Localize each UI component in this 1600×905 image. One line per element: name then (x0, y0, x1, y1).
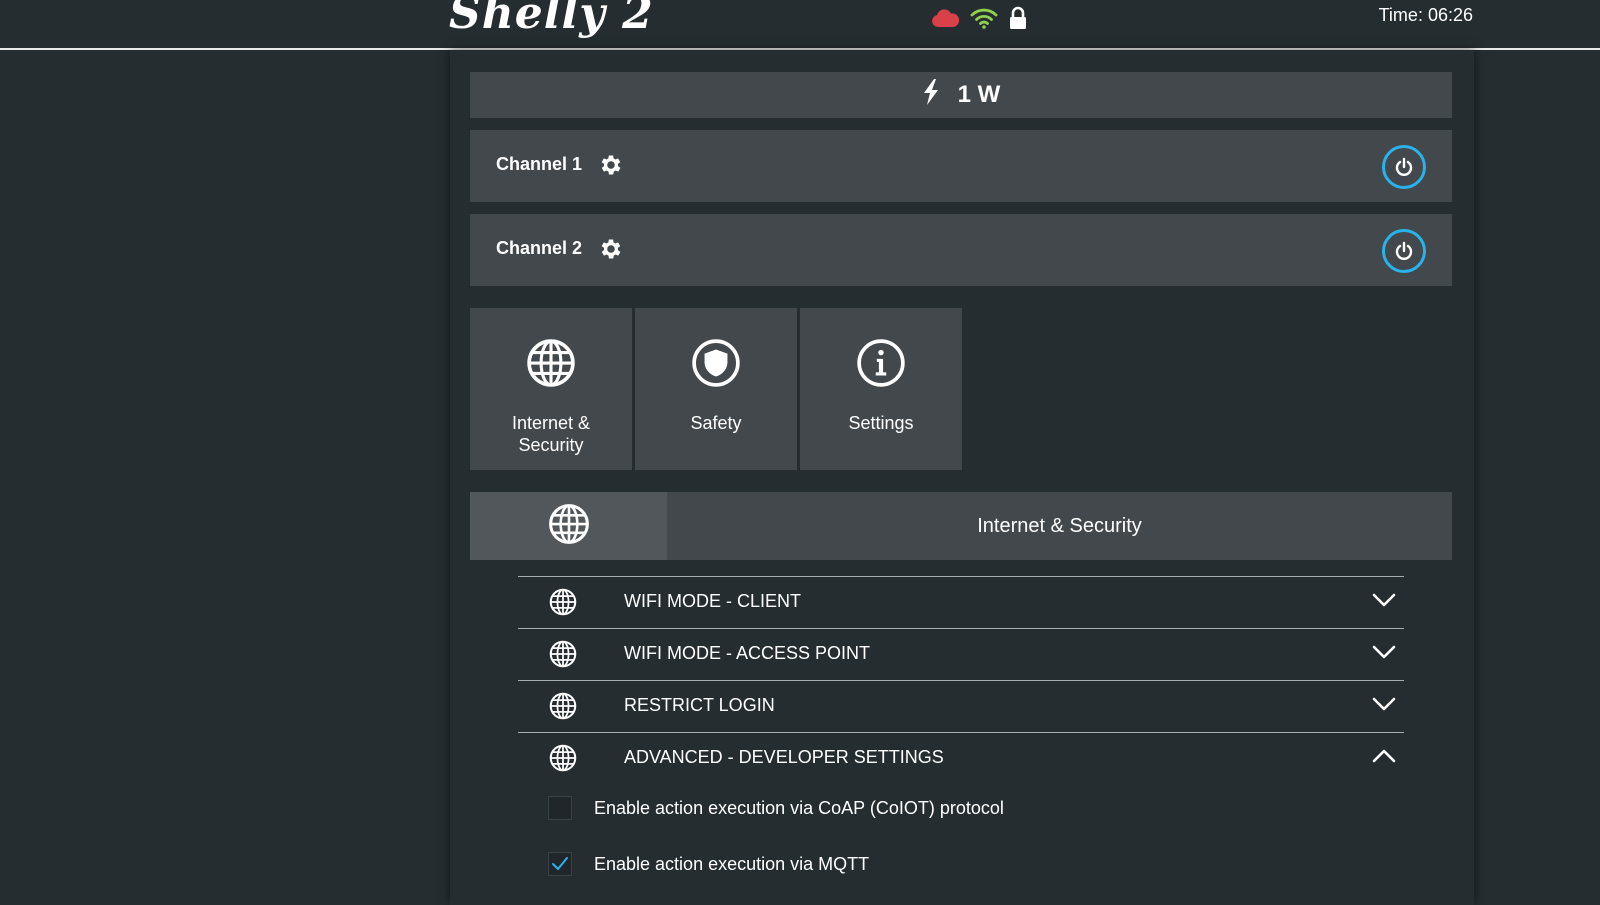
chevron-down-icon (1372, 593, 1396, 612)
tile-label: Settings (848, 413, 914, 433)
channel-2-power-button[interactable] (1382, 229, 1426, 273)
cloud-icon (930, 8, 960, 28)
globe-icon (549, 640, 577, 673)
shield-icon (691, 338, 741, 393)
accordion-restrict-login[interactable]: RESTRICT LOGIN (518, 680, 1404, 733)
accordion-label: ADVANCED - DEVELOPER SETTINGS (624, 747, 944, 767)
globe-icon (549, 692, 577, 725)
tile-label: Internet & Security (511, 413, 591, 455)
power-icon (1395, 157, 1413, 176)
accordion-wifi-access-point[interactable]: WIFI MODE - ACCESS POINT (518, 628, 1404, 681)
channel-1-power-button[interactable] (1382, 145, 1426, 189)
power-readout: 1 W (470, 72, 1452, 118)
tile-label: Safety (690, 413, 742, 433)
coap-checkbox[interactable] (548, 796, 572, 820)
wifi-icon (970, 7, 998, 29)
power-value: 1 W (957, 81, 1001, 108)
option-label: Enable action execution via MQTT (594, 853, 870, 874)
option-coap: Enable action execution via CoAP (CoIOT)… (548, 795, 1004, 821)
section-icon-box (470, 492, 667, 560)
option-label: Enable action execution via CoAP (CoIOT)… (594, 797, 1004, 818)
info-icon (856, 338, 906, 393)
channel-2-label: Channel 2 (496, 238, 583, 258)
tile-internet-security[interactable]: Internet & Security (470, 308, 632, 470)
channel-1-row: Channel 1 (470, 130, 1452, 202)
shelly-logo: Shelly 2 (449, 0, 654, 39)
lightning-icon (922, 78, 940, 112)
accordion-label: WIFI MODE - CLIENT (624, 591, 801, 611)
option-mqtt: Enable action execution via MQTT (548, 851, 869, 877)
time-display: Time: 06:26 (1378, 5, 1473, 25)
main-panel: 1 W Channel 1 Channel 2 Internet & Secur… (450, 50, 1474, 905)
accordion-advanced-developer[interactable]: ADVANCED - DEVELOPER SETTINGS (518, 732, 1404, 785)
section-header: Internet & Security (470, 492, 1452, 560)
mqtt-checkbox[interactable] (548, 852, 572, 876)
chevron-up-icon (1372, 749, 1396, 768)
lock-icon (1008, 6, 1028, 30)
top-bar: Shelly 2 Time: 06:26 (0, 0, 1600, 50)
section-title: Internet & Security (977, 514, 1142, 537)
globe-icon (548, 503, 590, 550)
status-icons (930, 4, 1028, 32)
globe-icon (549, 744, 577, 777)
gear-icon[interactable] (598, 152, 624, 183)
power-icon (1395, 241, 1413, 260)
tile-settings[interactable]: Settings (800, 308, 962, 470)
channel-2-row: Channel 2 (470, 214, 1452, 286)
tile-safety[interactable]: Safety (635, 308, 797, 470)
accordion-label: WIFI MODE - ACCESS POINT (624, 643, 871, 663)
chevron-down-icon (1372, 645, 1396, 664)
accordion-label: RESTRICT LOGIN (624, 695, 775, 715)
checkmark-icon (552, 857, 568, 870)
chevron-down-icon (1372, 697, 1396, 716)
gear-icon[interactable] (598, 236, 624, 267)
globe-icon (526, 338, 576, 393)
channel-1-label: Channel 1 (496, 154, 583, 174)
accordion-wifi-client[interactable]: WIFI MODE - CLIENT (518, 576, 1404, 629)
globe-icon (549, 588, 577, 621)
